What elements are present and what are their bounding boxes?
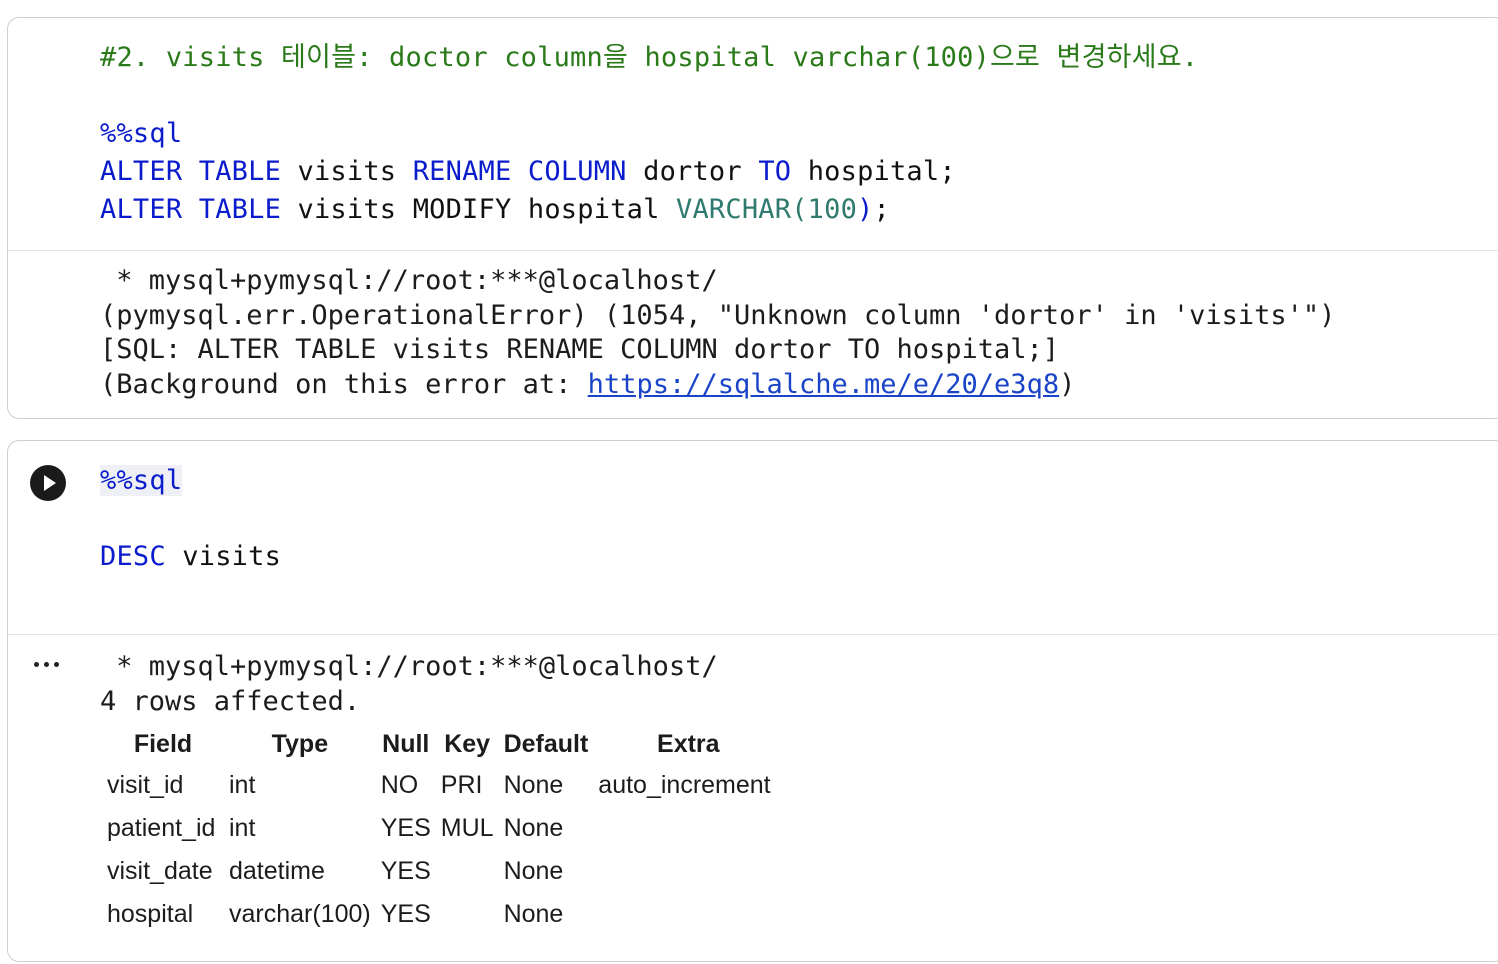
kw-to: TO xyxy=(758,156,792,187)
cell-field: visit_id xyxy=(107,771,184,799)
cell-type: int xyxy=(229,814,256,842)
kw-table: TABLE xyxy=(198,194,282,225)
header-default: Default xyxy=(503,729,589,758)
cell-field: visit_date xyxy=(107,857,213,885)
cell-extra xyxy=(593,807,783,850)
error-link[interactable]: https://sqlalche.me/e/20/e3q8 xyxy=(588,369,1059,400)
cell-field: patient_id xyxy=(107,814,216,842)
kw-rename: RENAME xyxy=(412,156,512,187)
connection-line: * mysql+pymysql://root:***@localhost/ xyxy=(100,265,718,296)
cell-default: None xyxy=(503,814,564,842)
kw-table: TABLE xyxy=(198,156,282,187)
cell-null: YES xyxy=(380,900,431,928)
cell-field: hospital xyxy=(107,900,194,928)
error-sql: [SQL: ALTER TABLE visits RENAME COLUMN d… xyxy=(100,334,1060,365)
type-name: VARCHAR( xyxy=(676,194,808,225)
new-column: hospital; xyxy=(807,156,956,187)
type-close: ) xyxy=(857,194,874,225)
cell-divider xyxy=(8,634,1498,635)
run-cell-button[interactable] xyxy=(30,465,66,501)
cell-type: varchar(100) xyxy=(229,900,371,928)
cell-key: MUL xyxy=(440,814,494,842)
cell-key xyxy=(436,850,499,893)
table-name: visits xyxy=(182,541,282,572)
table-row: patient_id int YES MUL None xyxy=(102,807,783,850)
error-background-text: (Background on this error at: xyxy=(100,368,588,400)
result-table: Field Type Null Key Default Extra visit_… xyxy=(102,724,783,936)
cell-null: YES xyxy=(380,857,431,885)
kw-column: COLUMN xyxy=(527,156,627,187)
code-cell-2[interactable]: %%sql DESC visits * mysql+pymysql://root… xyxy=(7,440,1498,962)
kw-alter: ALTER xyxy=(100,194,183,225)
code-cell-1[interactable]: #2. visits 테이블: doctor column을 hospital … xyxy=(7,17,1498,419)
cell-type: datetime xyxy=(229,857,325,885)
more-options-icon[interactable] xyxy=(34,659,64,669)
header-extra: Extra xyxy=(657,729,720,758)
statement-end: ; xyxy=(873,194,890,225)
sql-magic: %%sql xyxy=(100,118,183,149)
old-column: dortor xyxy=(643,156,742,187)
code-editor-1[interactable]: #2. visits 테이블: doctor column을 hospital … xyxy=(100,39,1198,229)
code-editor-2[interactable]: %%sql DESC visits xyxy=(100,462,281,576)
cell-output-2: * mysql+pymysql://root:***@localhost/ 4 … xyxy=(100,650,718,719)
connection-line: * mysql+pymysql://root:***@localhost/ xyxy=(100,651,718,682)
cell-type: int xyxy=(229,771,256,799)
header-key: Key xyxy=(444,729,491,758)
cell-output-1: * mysql+pymysql://root:***@localhost/ (p… xyxy=(100,264,1335,402)
cell-divider xyxy=(8,250,1498,251)
cell-extra: auto_increment xyxy=(598,771,771,799)
kw-desc: DESC xyxy=(100,541,166,572)
cell-key xyxy=(436,893,499,936)
cell-default: None xyxy=(503,857,564,885)
error-background-suffix: ) xyxy=(1059,368,1076,400)
error-message: (pymysql.err.OperationalError) (1054, "U… xyxy=(100,299,1336,331)
table-row: visit_id int NO PRI None auto_increment xyxy=(102,764,783,807)
type-length: 100 xyxy=(807,194,858,225)
cell-null: NO xyxy=(380,771,419,799)
table-row: visit_date datetime YES None xyxy=(102,850,783,893)
modify-clause: visits MODIFY hospital xyxy=(297,194,660,225)
table-name: visits xyxy=(297,156,397,187)
rows-affected: 4 rows affected. xyxy=(100,685,361,717)
cell-extra xyxy=(593,893,783,936)
cell-null: YES xyxy=(380,814,431,842)
table-header-row: Field Type Null Key Default Extra xyxy=(102,724,783,764)
play-icon xyxy=(44,475,56,491)
header-null: Null xyxy=(382,729,430,758)
header-type: Type xyxy=(271,729,329,758)
cell-default: None xyxy=(503,771,564,799)
kw-alter: ALTER xyxy=(100,156,183,187)
code-comment: #2. visits 테이블: doctor column을 hospital … xyxy=(100,42,1199,73)
cell-default: None xyxy=(503,900,564,928)
header-field: Field xyxy=(133,729,193,758)
cell-key: PRI xyxy=(440,771,483,799)
sql-magic: %%sql xyxy=(100,465,183,496)
cell-extra xyxy=(593,850,783,893)
table-row: hospital varchar(100) YES None xyxy=(102,893,783,936)
